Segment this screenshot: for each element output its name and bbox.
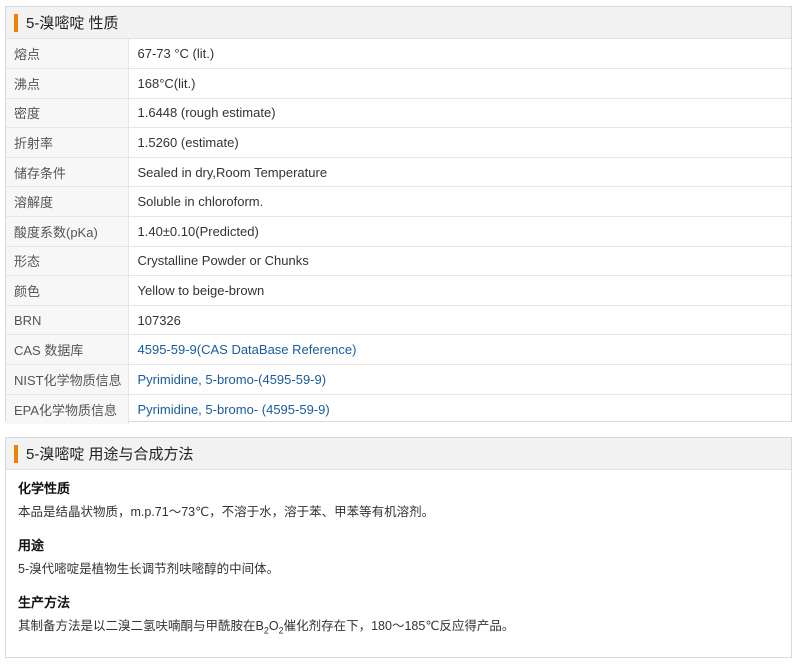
usage-title: 5-溴嘧啶 用途与合成方法	[26, 446, 194, 463]
accent-bar	[14, 444, 18, 463]
row-label: 酸度系数(pKa)	[6, 216, 129, 247]
production-title: 生产方法	[18, 595, 71, 610]
usage-body: 化学性质 本品是结晶状物质，m.p.71～73℃，不溶于水，溶于苯、甲苯等有机溶…	[6, 470, 791, 636]
production-text-before: 其制备方法是以二溴二氢呋喃酮与甲酰胺在B	[18, 619, 264, 633]
row-value: Yellow to beige-brown	[128, 275, 791, 306]
production-section: 生产方法 其制备方法是以二溴二氢呋喃酮与甲酰胺在B2O2催化剂存在下，180～1…	[18, 595, 779, 636]
properties-table: 熔点 67-73 °C (lit.) 沸点 168°C(lit.) 密度 1.6…	[6, 39, 791, 424]
row-value-cell: Pyrimidine, 5-bromo- (4595-59-9)	[128, 394, 791, 424]
production-text-mid: O	[268, 619, 279, 633]
table-row: 熔点 67-73 °C (lit.)	[6, 39, 791, 70]
nist-link[interactable]: Pyrimidine, 5-bromo-(4595-59-9)	[138, 372, 327, 387]
cas-database-link[interactable]: 4595-59-9(CAS DataBase Reference)	[138, 342, 357, 357]
properties-title: 5-溴嘧啶 性质	[26, 15, 119, 32]
row-value: Soluble in chloroform.	[128, 186, 791, 218]
row-value: 1.6448 (rough estimate)	[128, 98, 791, 129]
row-value: 1.5260 (estimate)	[128, 127, 791, 158]
use-section: 用途 5-溴代嘧啶是植物生长调节剂呋嘧醇的中间体。	[18, 538, 779, 578]
properties-header: 5-溴嘧啶 性质	[6, 7, 791, 39]
row-value: 168°C(lit.)	[128, 68, 791, 99]
chem-properties-section: 化学性质 本品是结晶状物质，m.p.71～73℃，不溶于水，溶于苯、甲苯等有机溶…	[18, 481, 779, 521]
row-value: 107326	[128, 305, 791, 336]
chem-properties-text: 本品是结晶状物质，m.p.71～73℃，不溶于水，溶于苯、甲苯等有机溶剂。	[18, 505, 435, 519]
usage-panel: 5-溴嘧啶 用途与合成方法 化学性质 本品是结晶状物质，m.p.71～73℃，不…	[5, 437, 792, 658]
usage-header: 5-溴嘧啶 用途与合成方法	[6, 438, 791, 470]
table-row: 酸度系数(pKa) 1.40±0.10(Predicted)	[6, 216, 791, 247]
row-label: 沸点	[6, 68, 129, 99]
row-label: 形态	[6, 246, 129, 277]
production-text-after: 催化剂存在下，180～185℃反应得产品。	[283, 619, 515, 633]
table-row: 颜色 Yellow to beige-brown	[6, 275, 791, 306]
row-value: 67-73 °C (lit.)	[128, 39, 791, 70]
properties-panel: 5-溴嘧啶 性质 熔点 67-73 °C (lit.) 沸点 168°C(lit…	[5, 6, 792, 424]
table-row: 折射率 1.5260 (estimate)	[6, 127, 791, 158]
chem-properties-title: 化学性质	[18, 481, 71, 496]
row-label: 折射率	[6, 127, 129, 158]
row-label: 颜色	[6, 275, 129, 306]
row-value: Crystalline Powder or Chunks	[128, 246, 791, 277]
row-label: 溶解度	[6, 186, 129, 218]
row-label: BRN	[6, 305, 129, 336]
row-value-cell: Pyrimidine, 5-bromo-(4595-59-9)	[128, 364, 791, 395]
row-value-cell: 4595-59-9(CAS DataBase Reference)	[128, 334, 791, 366]
production-text: 其制备方法是以二溴二氢呋喃酮与甲酰胺在B2O2催化剂存在下，180～185℃反应…	[18, 617, 779, 636]
epa-link[interactable]: Pyrimidine, 5-bromo- (4595-59-9)	[138, 402, 330, 417]
table-row: 密度 1.6448 (rough estimate)	[6, 98, 791, 129]
row-label: NIST化学物质信息	[6, 364, 129, 395]
accent-bar	[14, 13, 18, 32]
table-row: NIST化学物质信息 Pyrimidine, 5-bromo-(4595-59-…	[6, 364, 791, 395]
table-row: BRN 107326	[6, 305, 791, 336]
table-row: 沸点 168°C(lit.)	[6, 68, 791, 99]
row-label: 熔点	[6, 39, 129, 70]
table-row: 储存条件 Sealed in dry,Room Temperature	[6, 157, 791, 188]
table-row: 形态 Crystalline Powder or Chunks	[6, 246, 791, 277]
row-label: EPA化学物质信息	[6, 394, 129, 424]
row-value: 1.40±0.10(Predicted)	[128, 216, 791, 247]
row-label: 密度	[6, 98, 129, 129]
table-row: EPA化学物质信息 Pyrimidine, 5-bromo- (4595-59-…	[6, 394, 791, 424]
table-row: CAS 数据库 4595-59-9(CAS DataBase Reference…	[6, 334, 791, 366]
row-label: 储存条件	[6, 157, 129, 188]
use-title: 用途	[18, 538, 45, 553]
use-text: 5-溴代嘧啶是植物生长调节剂呋嘧醇的中间体。	[18, 562, 280, 576]
row-label: CAS 数据库	[6, 334, 129, 366]
row-value: Sealed in dry,Room Temperature	[128, 157, 791, 188]
table-row: 溶解度 Soluble in chloroform.	[6, 186, 791, 218]
